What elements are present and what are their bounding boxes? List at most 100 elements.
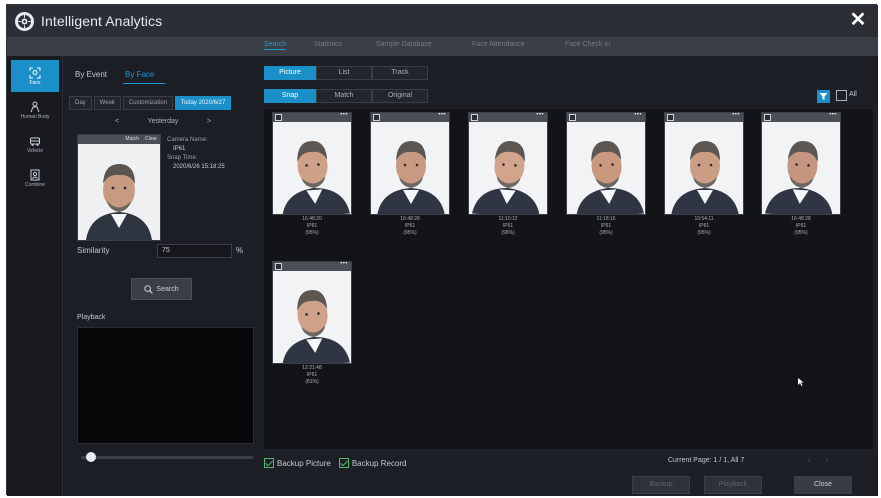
filter-icon [819,93,828,100]
snapshot-camera: IP61 [795,223,807,229]
playback-label: Playback [77,314,106,321]
backup-record-option[interactable]: Backup Record [338,458,407,468]
backup-picture-checkbox[interactable] [264,458,274,468]
snapshot-card[interactable]: ••• [370,112,450,215]
sub-tab-by-event[interactable]: By Event [75,70,107,79]
similarity-unit: % [236,246,244,255]
range-customization-button[interactable]: Customization [122,96,173,110]
card-tab-bar: Match Clear [78,135,160,144]
snapshot-checkbox[interactable] [275,263,282,270]
more-icon[interactable]: ••• [340,113,348,118]
range-today-button[interactable]: Today 2020/6/27 [174,96,232,110]
top-tab-strip: Search Statistics Sample Database Face A… [7,37,878,56]
snapshot-score: (95%) [305,230,319,236]
image-original-button[interactable]: Original [372,89,428,103]
snapshot-time: 16:48:28 [791,216,811,222]
snapshot-card[interactable]: ••• [761,112,841,215]
view-track-button[interactable]: Track [372,66,428,80]
sub-tab-by-face[interactable]: By Face [125,70,154,79]
rail-item-combine[interactable]: Combine [11,162,59,194]
search-button[interactable]: Search [131,278,192,300]
mouse-cursor-icon [798,378,804,386]
snapshot-tile[interactable]: ••• 11:18:16 IP61 (95%) [566,112,646,237]
more-icon[interactable]: ••• [536,113,544,118]
snapshot-header: ••• [273,262,351,271]
page-info: Current Page: 1 / 1, All 7 [668,457,745,464]
page-nav-arrows[interactable]: ‹ › [808,455,835,465]
snapshot-checkbox[interactable] [569,114,576,121]
snapshot-tile[interactable]: ••• 10:54:11 IP61 (95%) [664,112,744,237]
close-button[interactable]: Close [794,476,852,494]
window-title: Intelligent Analytics [41,13,163,29]
search-icon [144,284,154,294]
snapshot-tile[interactable]: ••• 16:48:28 IP61 (95%) [370,112,450,237]
backup-picture-option[interactable]: Backup Picture [264,458,331,468]
image-match-button[interactable]: Match [316,89,372,103]
snapshot-checkbox[interactable] [275,114,282,121]
snapshot-checkbox[interactable] [667,114,674,121]
more-icon[interactable]: ••• [732,113,740,118]
playback-slider[interactable] [81,456,253,459]
snapshot-tile[interactable]: ••• 12:21:48 IP61 (81%) [272,261,352,386]
similarity-input[interactable]: 75 [157,244,232,258]
selected-face-card[interactable]: Match Clear [77,134,161,241]
snapshot-card[interactable]: ••• [272,261,352,364]
snapshot-checkbox[interactable] [471,114,478,121]
snapshot-card[interactable]: ••• [468,112,548,215]
snapshot-header: ••• [469,113,547,122]
snapshot-tile[interactable]: ••• 11:10:12 IP61 (96%) [468,112,548,237]
more-icon[interactable]: ••• [340,262,348,267]
snapshot-score: (95%) [794,230,808,236]
camera-name-label: Camera Name: [167,137,208,143]
snapshot-card[interactable]: ••• [566,112,646,215]
snapshot-face-photo [762,122,840,214]
snapshot-checkbox[interactable] [373,114,380,121]
search-criteria-panel: By Event By Face Day Week Customization … [63,56,258,496]
filter-button[interactable] [817,90,830,103]
snapshot-card[interactable]: ••• [272,112,352,215]
snapshot-time: 12:21:48 [302,365,322,371]
backup-button[interactable]: Backup [632,476,690,494]
snapshot-card[interactable]: ••• [664,112,744,215]
similarity-label: Similarity [77,246,110,255]
combine-icon [30,169,40,180]
card-tab-clear[interactable]: Clear [145,135,157,144]
prev-day-icon[interactable]: < [115,118,119,125]
tab-face-attendance[interactable]: Face Attendance [472,41,525,48]
snapshot-meta: 11:10:12 IP61 (96%) [468,216,548,237]
snapshot-camera: IP61 [306,223,318,229]
playback-slider-handle[interactable] [85,452,96,462]
snapshot-tile[interactable]: ••• 16:48:28 IP61 (95%) [761,112,841,237]
tab-search[interactable]: Search [264,41,287,50]
tab-face-check-in[interactable]: Face Check In [565,41,610,48]
range-week-button[interactable]: Week [93,96,121,110]
snapshot-face-photo [371,122,449,214]
more-icon[interactable]: ••• [438,113,446,118]
next-day-icon[interactable]: > [207,118,211,125]
tab-statistics[interactable]: Statistics [314,41,342,48]
card-tab-match[interactable]: Match [125,135,139,144]
range-day-button[interactable]: Day [69,96,92,110]
snapshot-tile[interactable]: ••• 16:48:20 IP61 (95%) [272,112,352,237]
rail-item-vehicle[interactable]: Vehicle [11,128,59,160]
close-icon[interactable]: ✕ [848,10,868,30]
snapshot-checkbox[interactable] [764,114,771,121]
select-all-checkbox[interactable] [836,90,847,101]
more-icon[interactable]: ••• [829,113,837,118]
view-list-button[interactable]: List [316,66,372,80]
image-snap-button[interactable]: Snap [264,89,316,103]
view-picture-button[interactable]: Picture [264,66,316,80]
playback-video[interactable] [77,327,254,444]
more-icon[interactable]: ••• [634,113,642,118]
snapshot-header: ••• [567,113,645,122]
snapshot-header: ••• [273,113,351,122]
snapshot-header: ••• [762,113,840,122]
camera-name-value: IP61 [173,146,186,152]
snap-time-value: 2020/6/26 15:18:25 [173,164,225,170]
snapshot-meta: 10:54:11 IP61 (95%) [664,216,744,237]
rail-item-human-body[interactable]: Human Body [11,94,59,126]
backup-record-checkbox[interactable] [338,458,349,468]
rail-item-face[interactable]: Face [11,60,59,92]
tab-sample-database[interactable]: Sample Database [376,41,432,48]
playback-button[interactable]: Playback [704,476,762,494]
